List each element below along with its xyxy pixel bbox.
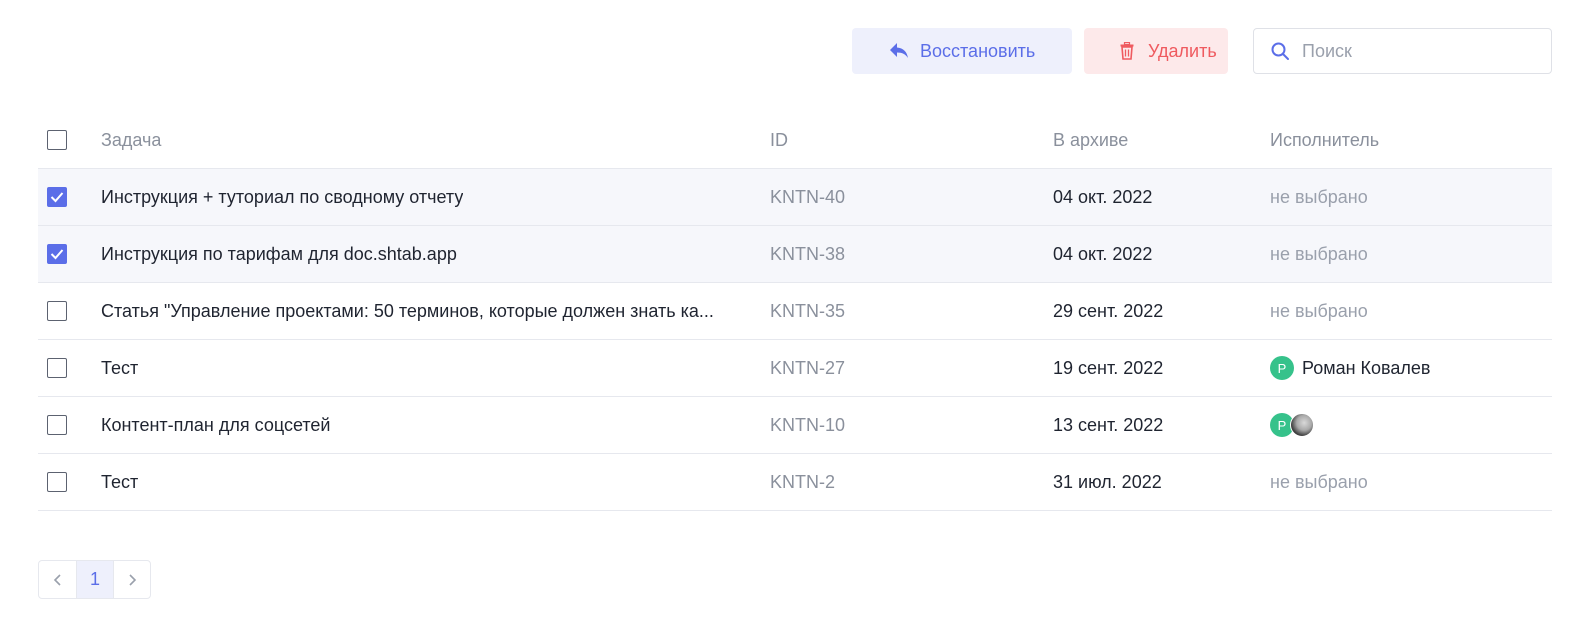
row-checkbox[interactable]	[47, 472, 67, 492]
checkmark-icon	[50, 192, 64, 203]
assignee-empty: не выбрано	[1270, 300, 1368, 321]
row-select-cell	[47, 454, 67, 510]
delete-button[interactable]: Удалить	[1084, 28, 1228, 74]
row-checkbox[interactable]	[47, 187, 67, 207]
task-id: KNTN-40	[770, 186, 846, 207]
task-title[interactable]: Статья "Управление проектами: 50 термино…	[101, 283, 741, 339]
assignee[interactable]: Р Роман Ковалев	[1270, 340, 1550, 396]
table-row[interactable]: Тест KNTN-27 19 сент. 2022 Р Роман Ковалев	[38, 340, 1552, 397]
column-header-assignee[interactable]: Исполнитель	[1270, 112, 1550, 168]
restore-button[interactable]: Восстановить	[852, 28, 1072, 74]
task-id: KNTN-35	[770, 300, 846, 321]
archived-date: 13 сент. 2022	[1053, 414, 1164, 435]
table-row[interactable]: Статья "Управление проектами: 50 термино…	[38, 283, 1552, 340]
task-title[interactable]: Тест	[101, 340, 741, 396]
table-row[interactable]: Тест KNTN-2 31 июл. 2022 не выбрано	[38, 454, 1552, 511]
chevron-right-icon	[129, 573, 137, 586]
assignee-empty: не выбрано	[1270, 186, 1368, 207]
column-header-task[interactable]: Задача	[101, 112, 741, 168]
archived-date: 29 сент. 2022	[1053, 300, 1164, 321]
task-id: KNTN-2	[770, 471, 836, 492]
row-select-cell	[47, 226, 67, 282]
next-page-button[interactable]	[113, 561, 150, 598]
table-row[interactable]: Контент-план для соцсетей KNTN-10 13 сент.…	[38, 397, 1552, 454]
row-select-cell	[47, 283, 67, 339]
archived-date: 04 окт. 2022	[1053, 243, 1153, 264]
archived-date: 31 июл. 2022	[1053, 471, 1162, 492]
row-checkbox[interactable]	[47, 358, 67, 378]
table-header: Задача ID В архиве Исполнитель	[38, 112, 1552, 169]
task-title[interactable]: Контент-план для соцсетей	[101, 397, 741, 453]
trash-icon	[1116, 40, 1138, 62]
table-row[interactable]: Инструкция по тарифам для doc.shtab.app K…	[38, 226, 1552, 283]
assignee-empty: не выбрано	[1270, 471, 1368, 492]
pagination: 1	[38, 560, 151, 599]
assignee-name: Роман Ковалев	[1302, 357, 1431, 378]
assignee-empty: не выбрано	[1270, 243, 1368, 264]
chevron-left-icon	[53, 573, 61, 586]
select-all-checkbox[interactable]	[47, 130, 67, 150]
row-checkbox[interactable]	[47, 301, 67, 321]
task-title[interactable]: Инструкция по тарифам для doc.shtab.app	[101, 226, 741, 282]
page-button-current[interactable]: 1	[76, 561, 113, 598]
task-id: KNTN-10	[770, 414, 846, 435]
checkmark-icon	[50, 249, 64, 260]
search-box[interactable]	[1253, 28, 1552, 74]
search-input[interactable]	[1302, 40, 1542, 62]
search-icon	[1270, 41, 1290, 61]
task-id: KNTN-38	[770, 243, 846, 264]
column-header-id[interactable]: ID	[770, 112, 1030, 168]
reply-arrow-icon	[888, 40, 910, 62]
task-id: KNTN-27	[770, 357, 846, 378]
archive-table: Задача ID В архиве Исполнитель Инструкци…	[38, 112, 1552, 511]
assignee[interactable]: не выбрано	[1270, 283, 1550, 339]
avatar: Р	[1270, 356, 1294, 380]
select-all-cell	[47, 112, 67, 168]
assignee[interactable]: не выбрано	[1270, 226, 1550, 282]
assignee[interactable]: не выбрано	[1270, 454, 1550, 510]
archived-date: 04 окт. 2022	[1053, 186, 1153, 207]
row-checkbox[interactable]	[47, 415, 67, 435]
row-checkbox[interactable]	[47, 244, 67, 264]
row-select-cell	[47, 169, 67, 225]
column-header-archived[interactable]: В архиве	[1053, 112, 1253, 168]
avatar-photo	[1290, 413, 1314, 437]
row-select-cell	[47, 397, 67, 453]
assignee[interactable]: не выбрано	[1270, 169, 1550, 225]
task-title[interactable]: Тест	[101, 454, 741, 510]
toolbar: Восстановить Удалить	[0, 28, 1584, 74]
assignee[interactable]: Р	[1270, 397, 1550, 453]
row-select-cell	[47, 340, 67, 396]
archived-date: 19 сент. 2022	[1053, 357, 1164, 378]
delete-button-label: Удалить	[1148, 40, 1217, 61]
restore-button-label: Восстановить	[920, 40, 1036, 61]
task-title[interactable]: Инструкция + туториал по сводному отчету	[101, 169, 741, 225]
table-row[interactable]: Инструкция + туториал по сводному отчету…	[38, 169, 1552, 226]
prev-page-button[interactable]	[39, 561, 76, 598]
